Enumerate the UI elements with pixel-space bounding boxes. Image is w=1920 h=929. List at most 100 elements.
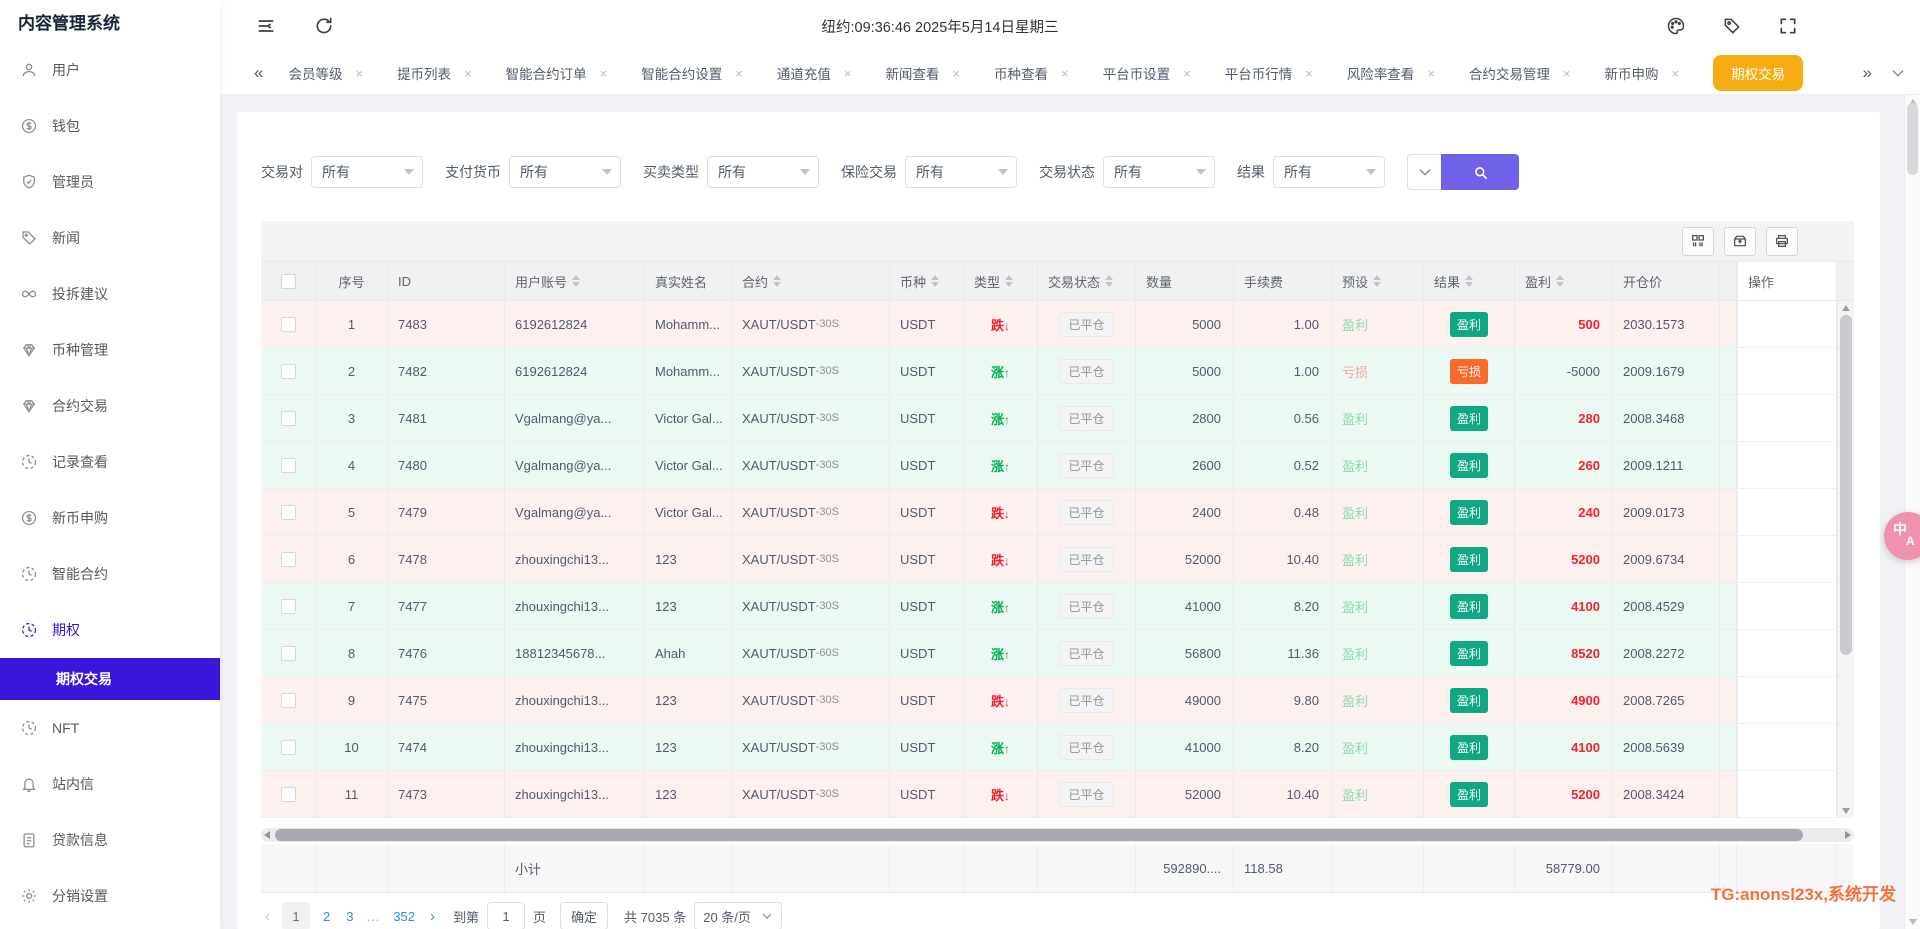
tab-close-icon[interactable]: × <box>355 66 363 81</box>
tag-icon[interactable] <box>1722 16 1742 36</box>
tab-平台币设置[interactable]: 平台币设置× <box>1103 63 1191 83</box>
sidebar-item-记录查看[interactable]: 记录查看 <box>0 434 220 490</box>
sidebar-item-钱包[interactable]: 钱包 <box>0 98 220 154</box>
tab-close-icon[interactable]: × <box>464 66 472 81</box>
tab-close-icon[interactable]: × <box>844 66 852 81</box>
tab-智能合约设置[interactable]: 智能合约设置× <box>641 63 743 83</box>
tab-close-icon[interactable]: × <box>1061 66 1069 81</box>
sidebar-item-新闻[interactable]: 新闻 <box>0 210 220 266</box>
row-checkbox[interactable] <box>281 599 296 614</box>
sidebar-item-NFT[interactable]: NFT <box>0 700 220 756</box>
row-checkbox[interactable] <box>281 505 296 520</box>
page-scroll-down-icon[interactable] <box>1909 919 1917 925</box>
filter-select-交易对[interactable]: 所有 <box>311 156 423 188</box>
row-checkbox[interactable] <box>281 411 296 426</box>
page-size-select[interactable]: 20 条/页 <box>694 902 782 929</box>
tab-提币列表[interactable]: 提币列表× <box>397 63 472 83</box>
sidebar-item-期权[interactable]: 期权 <box>0 602 220 658</box>
row-checkbox[interactable] <box>281 552 296 567</box>
page-number-352[interactable]: 352 <box>390 909 418 924</box>
row-checkbox[interactable] <box>281 364 296 379</box>
select-all-checkbox[interactable] <box>281 274 296 289</box>
table-horizontal-scrollbar[interactable] <box>261 828 1854 842</box>
tab-close-icon[interactable]: × <box>1672 66 1680 81</box>
filter-collapse-button[interactable] <box>1407 154 1441 190</box>
tab-新闻查看[interactable]: 新闻查看× <box>885 63 960 83</box>
tab-风险率查看[interactable]: 风险率查看× <box>1347 63 1435 83</box>
sidebar-subitem-期权交易[interactable]: 期权交易 <box>0 658 220 700</box>
fullscreen-icon[interactable] <box>1778 16 1798 36</box>
tab-close-icon[interactable]: × <box>1563 66 1571 81</box>
tab-close-icon[interactable]: × <box>735 66 743 81</box>
sort-carets-icon[interactable] <box>931 275 939 287</box>
header-盈利[interactable]: 盈利 <box>1515 262 1613 300</box>
columns-icon[interactable] <box>1682 227 1714 256</box>
filter-select-保险交易[interactable]: 所有 <box>905 156 1017 188</box>
sidebar-item-合约交易[interactable]: 合约交易 <box>0 378 220 434</box>
prev-page-icon[interactable]: ‹ <box>261 908 274 925</box>
sort-carets-icon[interactable] <box>1556 275 1564 287</box>
row-checkbox[interactable] <box>281 787 296 802</box>
next-page-icon[interactable]: › <box>426 908 439 925</box>
sort-carets-icon[interactable] <box>773 275 781 287</box>
sidebar-item-贷款信息[interactable]: 贷款信息 <box>0 812 220 868</box>
scroll-right-icon[interactable] <box>1845 831 1851 839</box>
sidebar-item-币种管理[interactable]: 币种管理 <box>0 322 220 378</box>
sort-carets-icon[interactable] <box>1105 275 1113 287</box>
scroll-down-icon[interactable] <box>1842 808 1850 814</box>
row-checkbox[interactable] <box>281 740 296 755</box>
row-checkbox[interactable] <box>281 317 296 332</box>
filter-select-买卖类型[interactable]: 所有 <box>707 156 819 188</box>
header-用户账号[interactable]: 用户账号 <box>505 262 645 300</box>
row-checkbox[interactable] <box>281 458 296 473</box>
tab-新币申购[interactable]: 新币申购× <box>1605 63 1680 83</box>
tab-合约交易管理[interactable]: 合约交易管理× <box>1469 63 1571 83</box>
tabs-menu-chevron-down-icon[interactable] <box>1890 65 1906 81</box>
tab-平台币行情[interactable]: 平台币行情× <box>1225 63 1313 83</box>
export-icon[interactable] <box>1724 227 1756 256</box>
header-类型[interactable]: 类型 <box>964 262 1038 300</box>
row-checkbox[interactable] <box>281 646 296 661</box>
header-币种[interactable]: 币种 <box>890 262 964 300</box>
sort-carets-icon[interactable] <box>1005 275 1013 287</box>
tab-close-icon[interactable]: × <box>952 66 960 81</box>
scroll-left-icon[interactable] <box>264 831 270 839</box>
search-button[interactable] <box>1441 154 1519 190</box>
tabs-scroll-right-icon[interactable]: » <box>1855 63 1880 83</box>
tab-close-icon[interactable]: × <box>1183 66 1191 81</box>
header-预设[interactable]: 预设 <box>1332 262 1424 300</box>
tab-币种查看[interactable]: 币种查看× <box>994 63 1069 83</box>
horizontal-scroll-thumb[interactable] <box>275 829 1803 841</box>
goto-page-input[interactable] <box>487 902 525 929</box>
sort-carets-icon[interactable] <box>1465 275 1473 287</box>
header-合约[interactable]: 合约 <box>732 262 890 300</box>
sidebar-item-新币申购[interactable]: 新币申购 <box>0 490 220 546</box>
sort-carets-icon[interactable] <box>572 275 580 287</box>
row-checkbox[interactable] <box>281 693 296 708</box>
sidebar-item-站内信[interactable]: 站内信 <box>0 756 220 812</box>
table-vertical-scrollbar[interactable] <box>1837 301 1854 818</box>
tab-通道充值[interactable]: 通道充值× <box>777 63 852 83</box>
tab-close-icon[interactable]: × <box>1427 66 1435 81</box>
tabs-scroll-left-icon[interactable]: « <box>246 63 271 83</box>
header-结果[interactable]: 结果 <box>1424 262 1515 300</box>
sidebar-item-投拆建议[interactable]: 投拆建议 <box>0 266 220 322</box>
page-number-1[interactable]: 1 <box>282 902 310 929</box>
print-icon[interactable] <box>1766 227 1798 256</box>
filter-select-交易状态[interactable]: 所有 <box>1103 156 1215 188</box>
filter-select-结果[interactable]: 所有 <box>1273 156 1385 188</box>
header-交易状态[interactable]: 交易状态 <box>1038 262 1136 300</box>
filter-select-支付货币[interactable]: 所有 <box>509 156 621 188</box>
sort-carets-icon[interactable] <box>1373 275 1381 287</box>
sidebar-item-管理员[interactable]: 管理员 <box>0 154 220 210</box>
tab-close-icon[interactable]: × <box>600 66 608 81</box>
page-number-3[interactable]: 3 <box>343 909 356 924</box>
page-scroll-thumb[interactable] <box>1907 103 1918 175</box>
sidebar-item-智能合约[interactable]: 智能合约 <box>0 546 220 602</box>
sidebar-item-分销设置[interactable]: 分销设置 <box>0 868 220 924</box>
page-number-2[interactable]: 2 <box>320 909 333 924</box>
tab-期权交易[interactable]: 期权交易 <box>1713 55 1803 91</box>
confirm-page-button[interactable]: 确定 <box>560 902 608 929</box>
sidebar-item-用户[interactable]: 用户 <box>0 42 220 98</box>
tab-会员等级[interactable]: 会员等级× <box>288 63 363 83</box>
